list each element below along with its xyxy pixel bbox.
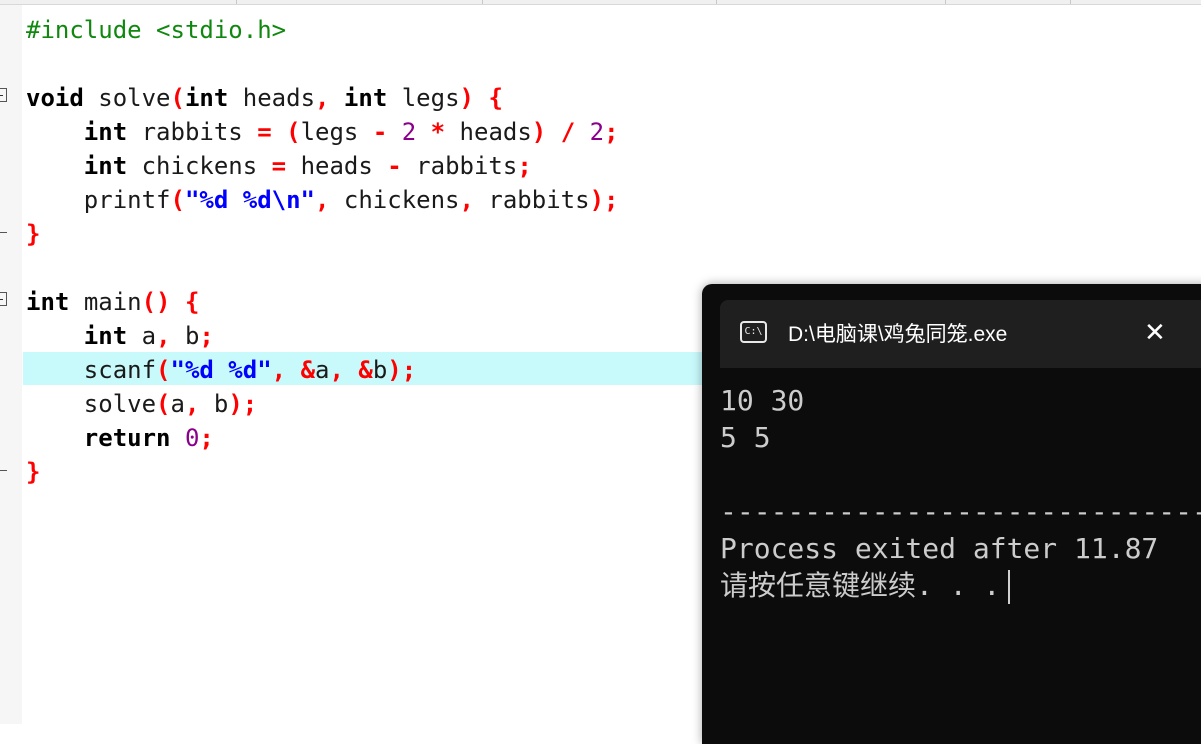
- editor-gutter: [0, 5, 22, 724]
- console-output-line: 10 30: [720, 384, 805, 417]
- code-line-14[interactable]: }: [26, 455, 40, 489]
- code-line-13[interactable]: return 0;: [26, 421, 214, 455]
- console-title: D:\电脑课\鸡兔同笼.exe: [788, 323, 1008, 346]
- code-line-4[interactable]: int rabbits = (legs - 2 * heads) / 2;: [26, 115, 619, 149]
- code-line-7[interactable]: }: [26, 217, 40, 251]
- code-line-6[interactable]: printf("%d %d\n", chickens, rabbits);: [26, 183, 619, 217]
- fold-end-marker: [0, 232, 7, 233]
- code-line-5[interactable]: int chickens = heads - rabbits;: [26, 149, 532, 183]
- code-line-12[interactable]: solve(a, b);: [26, 387, 257, 421]
- terminal-icon: C:\: [740, 321, 767, 343]
- console-separator: --------------------------------: [720, 495, 1201, 528]
- text-cursor: [1008, 570, 1011, 604]
- fold-end-marker: [0, 470, 7, 471]
- close-icon[interactable]: ✕: [1144, 318, 1166, 348]
- console-output-line: 5 5: [720, 421, 771, 454]
- code-line-9[interactable]: int main() {: [26, 285, 199, 319]
- console-prompt-line: 请按任意键继续. . .: [720, 567, 1011, 604]
- fold-collapse-icon-main[interactable]: [0, 292, 7, 306]
- console-tab[interactable]: C:\ D:\电脑课\鸡兔同笼.exe ✕: [720, 300, 1201, 368]
- editor-tab-strip: [0, 0, 1201, 5]
- code-line-1[interactable]: #include <stdio.h>: [26, 13, 286, 47]
- fold-collapse-icon-solve[interactable]: [0, 88, 7, 102]
- code-line-10[interactable]: int a, b;: [26, 319, 214, 353]
- console-process-exit-line: Process exited after 11.87: [720, 532, 1159, 565]
- console-prompt-text: 请按任意键继续. . .: [720, 569, 1001, 602]
- console-window[interactable]: C:\ D:\电脑课\鸡兔同笼.exe ✕ 10 30 5 5 --------…: [702, 284, 1201, 744]
- code-line-11[interactable]: scanf("%d %d", &a, &b);: [26, 353, 416, 387]
- code-line-3[interactable]: void solve(int heads, int legs) {: [26, 81, 503, 115]
